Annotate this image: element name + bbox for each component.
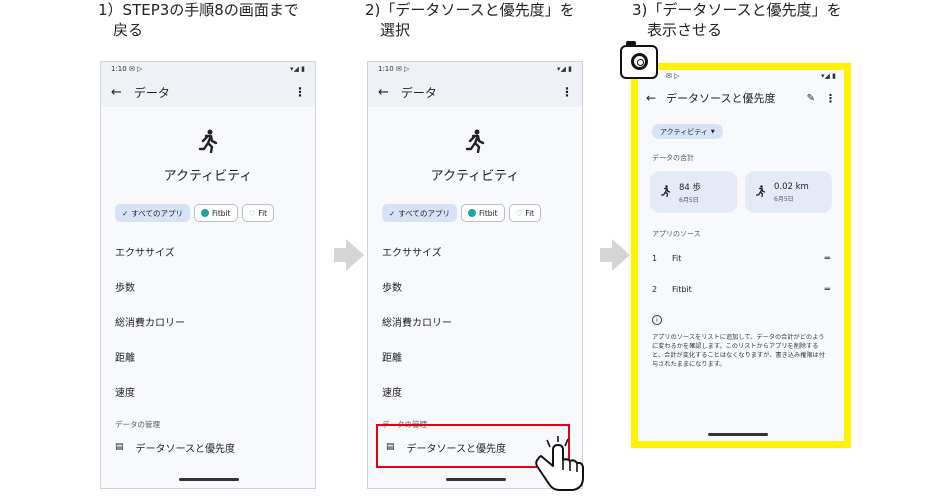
chip-all-apps[interactable]: ✓ すべてのアプリ (115, 204, 190, 222)
app-bar: ← データ ⋮ (101, 77, 315, 107)
source-priority: 2 (652, 285, 658, 294)
activity-title: アクティビティ (430, 169, 520, 184)
menu-item-distance[interactable]: 距離 (101, 339, 315, 374)
step-arrow-1 (334, 239, 364, 271)
menu-item-calories[interactable]: 総消費カロリー (101, 304, 315, 339)
status-right-icons: ▾◢ ▮ (821, 72, 836, 80)
running-person-icon (660, 184, 671, 200)
sources-label: アプリのソース (652, 230, 701, 238)
sources-list: 1 Fit ═ 2 Fitbit ═ (638, 243, 844, 305)
menu-item-steps[interactable]: 歩数 (368, 269, 582, 304)
menu-item-speed[interactable]: 速度 (101, 374, 315, 409)
info-icon: i (652, 315, 662, 325)
chip-fit[interactable]: ♡ Fit (508, 204, 542, 222)
app-bar-title: データ (133, 85, 170, 100)
heart-icon: ♡ (248, 208, 256, 218)
menu-item-exercise[interactable]: エクササイズ (101, 234, 315, 269)
data-sources-label: データソースと優先度 (135, 443, 236, 455)
status-left-icons: ✉ ▷ (395, 65, 410, 73)
step3-title: 3)「データソースと優先度」を 表示させる (632, 1, 842, 39)
source-row-fit[interactable]: 1 Fit ═ (638, 243, 844, 274)
back-arrow-icon[interactable]: ← (646, 91, 656, 105)
total-card-distance: 0.02 km 6月5日 (745, 171, 832, 213)
status-right-icons: ▾◢ ▮ (557, 65, 572, 73)
chip-label: Fitbit (478, 208, 498, 218)
chip-label: Fit (525, 208, 535, 218)
app-bar-title: データ (400, 85, 437, 100)
status-bar: 1:10 ✉ ▷ ▾◢ ▮ (368, 62, 582, 77)
back-arrow-icon[interactable]: ← (111, 85, 122, 100)
step-arrow-2 (600, 239, 630, 271)
app-filter-chips: ✓ すべてのアプリ Fitbit ♡ Fit (101, 204, 315, 222)
status-time: 1:10 (111, 65, 127, 73)
running-person-icon (368, 129, 582, 155)
phone-screen-3: ✉ ▷ ▾◢ ▮ ← データソースと優先度 ✎ ⋮ アクティビティ ▼ データの… (631, 63, 851, 448)
edit-pencil-icon[interactable]: ✎ (807, 93, 815, 104)
chip-fitbit[interactable]: Fitbit (460, 204, 505, 222)
app-bar: ← データ ⋮ (368, 77, 582, 107)
status-right-icons: ▾◢ ▮ (290, 65, 305, 73)
check-icon: ✓ (122, 208, 129, 218)
home-indicator (179, 478, 239, 481)
chip-all-apps[interactable]: ✓ すべてのアプリ (382, 204, 457, 222)
activity-title: アクティビティ (163, 169, 253, 184)
app-bar-title: データソースと優先度 (666, 92, 776, 105)
home-indicator (708, 433, 768, 436)
menu-item-exercise[interactable]: エクササイズ (368, 234, 582, 269)
phone-screen-1: 1:10 ✉ ▷ ▾◢ ▮ ← データ ⋮ アクティビティ ✓ すべてのアプリ F… (100, 61, 316, 489)
status-time: 1:10 (378, 65, 394, 73)
menu-item-speed[interactable]: 速度 (368, 374, 582, 409)
dropdown-arrow-icon: ▼ (710, 128, 715, 135)
fitbit-icon (200, 209, 209, 217)
chip-label: Fit (258, 208, 268, 218)
menu-item-calories[interactable]: 総消費カロリー (368, 304, 582, 339)
step1-title: 1）STEP3の手順8の画面まで 戻る (98, 1, 299, 39)
status-left-icons: ✉ ▷ (128, 65, 143, 73)
status-bar: 1:10 ✉ ▷ ▾◢ ▮ (101, 62, 315, 77)
running-person-icon (101, 129, 315, 155)
menu-item-steps[interactable]: 歩数 (101, 269, 315, 304)
drag-handle-icon[interactable]: ═ (825, 254, 830, 264)
camera-icon (620, 41, 658, 79)
heart-icon: ♡ (515, 208, 523, 218)
chip-label: すべてのアプリ (131, 208, 183, 218)
list-icon: ▤ (115, 442, 124, 452)
total-value: 0.02 km (774, 181, 809, 192)
home-indicator (446, 478, 506, 481)
app-filter-chips: ✓ すべてのアプリ Fitbit ♡ Fit (368, 204, 582, 222)
app-bar: ← データソースと優先度 ✎ ⋮ (638, 84, 844, 112)
status-left-icons: ✉ ▷ (666, 72, 680, 80)
chip-fit[interactable]: ♡ Fit (241, 204, 275, 222)
category-dropdown-chip[interactable]: アクティビティ ▼ (652, 124, 723, 139)
source-name: Fitbit (672, 285, 692, 294)
back-arrow-icon[interactable]: ← (378, 85, 389, 100)
source-name: Fit (672, 254, 682, 263)
running-person-icon (755, 184, 766, 200)
chip-label: すべてのアプリ (398, 208, 450, 218)
fitbit-icon (467, 209, 476, 217)
more-vert-icon[interactable]: ⋮ (825, 92, 836, 105)
section-label-data-management: データの管理 (115, 420, 160, 429)
step2-title: 2)「データソースと優先度」を 選択 (365, 1, 575, 39)
info-text: アプリのソースをリストに追加して、データの合計がどのように変わるかを確認します。… (652, 334, 825, 368)
total-date: 6月5日 (774, 195, 794, 203)
status-bar: ✉ ▷ ▾◢ ▮ (638, 70, 844, 84)
chip-label: アクティビティ (660, 127, 708, 136)
chip-fitbit[interactable]: Fitbit (193, 204, 238, 222)
chip-label: Fitbit (211, 208, 231, 218)
pointing-hand-icon (533, 436, 587, 496)
total-card-steps: 84 歩 6月5日 (650, 171, 737, 213)
source-priority: 1 (652, 254, 658, 263)
totals-cards: 84 歩 6月5日 0.02 km 6月5日 (638, 171, 844, 213)
more-vert-icon[interactable]: ⋮ (561, 85, 573, 99)
drag-handle-icon[interactable]: ═ (825, 285, 830, 295)
check-icon: ✓ (389, 208, 396, 218)
totals-label: データの合計 (652, 154, 694, 162)
more-vert-icon[interactable]: ⋮ (294, 85, 306, 99)
menu-item-distance[interactable]: 距離 (368, 339, 582, 374)
total-value: 84 歩 (679, 182, 702, 193)
total-date: 6月5日 (679, 196, 699, 204)
data-sources-row[interactable]: ▤ データソースと優先度 (101, 435, 315, 459)
source-row-fitbit[interactable]: 2 Fitbit ═ (638, 274, 844, 305)
